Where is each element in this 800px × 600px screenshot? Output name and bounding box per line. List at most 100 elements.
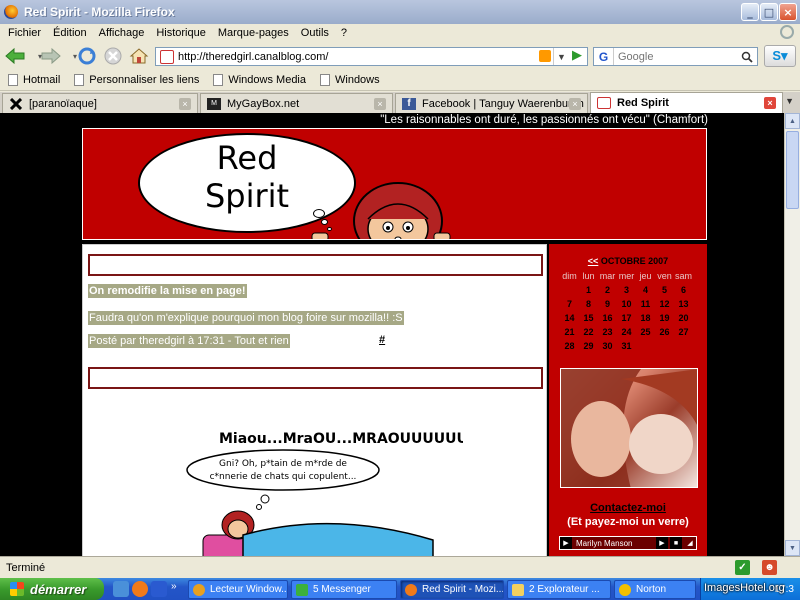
search-box[interactable]: G (593, 47, 758, 66)
tab-mygaybox[interactable]: M MyGayBox.net × (200, 93, 393, 113)
addon-icon[interactable]: ☻ (762, 560, 777, 575)
calendar-day: 29 (583, 341, 594, 351)
calendar-day: 20 (678, 313, 689, 323)
task-label: 5 Messenger (313, 584, 371, 595)
firefox-icon (4, 5, 18, 19)
security-check-icon[interactable]: ✓ (735, 560, 750, 575)
search-input[interactable] (618, 50, 736, 63)
norton-icon (619, 583, 631, 596)
blog-header-banner[interactable]: Red Spirit (82, 128, 707, 240)
window-title: Red Spirit - Mozilla Firefox (24, 5, 175, 19)
mygaybox-icon: M (207, 97, 221, 110)
media-player-icon (193, 583, 205, 596)
minimize-button[interactable]: _ (741, 3, 759, 21)
calendar-day: 13 (678, 299, 689, 309)
calendar-day: 27 (678, 327, 689, 337)
explorer-quicklaunch-icon[interactable] (113, 581, 129, 597)
forward-icon[interactable] (40, 46, 62, 66)
calendar-prev-link[interactable]: << (588, 256, 599, 266)
main-column: On remodifie la mise en page! Faudra qu'… (82, 244, 547, 556)
bookmark-hotmail[interactable]: Hotmail (8, 74, 60, 86)
quicklaunch-more-icon[interactable]: » (171, 581, 177, 592)
cross-icon (9, 97, 23, 110)
ie-quicklaunch-icon[interactable] (151, 581, 167, 597)
menu-fichier[interactable]: Fichier (8, 27, 41, 39)
menu-outils[interactable]: Outils (301, 27, 329, 39)
permalink-link[interactable]: # (379, 334, 385, 346)
calendar-day: 31 (621, 341, 632, 351)
contact-link[interactable]: Contactez-moi (549, 502, 707, 514)
skype-button[interactable]: S▾ (764, 45, 796, 67)
calendar-day: 5 (661, 285, 667, 295)
taskbar: démarrer » Lecteur Window... 5 Messenger… (0, 578, 800, 600)
back-icon[interactable] (4, 46, 26, 66)
calendar-day: 22 (583, 327, 594, 337)
calendar-day-header: sam (674, 271, 692, 281)
firefox-quicklaunch-icon[interactable] (132, 581, 148, 597)
bookmark-windows-media[interactable]: Windows Media (213, 74, 306, 86)
menu-edition[interactable]: Édition (53, 27, 87, 39)
task-label: Red Spirit - Mozi... (422, 584, 504, 595)
tab-red-spirit[interactable]: Red Spirit × (590, 92, 783, 113)
task-firefox[interactable]: Red Spirit - Mozi... (400, 580, 504, 599)
volume-icon[interactable]: ◢ (684, 537, 696, 549)
task-messenger[interactable]: 5 Messenger (291, 580, 397, 599)
comic-heading: Miaou...MraOU...MRAOUUUUUU (219, 431, 463, 447)
home-icon[interactable] (128, 46, 150, 66)
scroll-down-icon[interactable]: ▼ (785, 540, 800, 556)
calendar-day-header: mer (618, 271, 635, 281)
bookmark-personnaliser-les-liens[interactable]: Personnaliser les liens (74, 74, 199, 86)
tab-label: MyGayBox.net (227, 97, 300, 110)
calendar-day: 6 (680, 285, 686, 295)
vertical-scrollbar[interactable]: ▲ ▼ (784, 113, 800, 556)
site-favicon (160, 49, 174, 64)
calendar-day (636, 339, 655, 353)
stop-icon[interactable]: ■ (670, 537, 682, 549)
menu-historique[interactable]: Historique (156, 27, 206, 39)
tab-close-icon[interactable]: × (569, 98, 581, 110)
calendar: dim lun mar mer jeu ven sam 1 2 3 4 5 6 … (560, 269, 693, 353)
rss-feed-icon[interactable] (539, 50, 551, 62)
post-title[interactable]: On remodifie la mise en page! (88, 284, 247, 298)
tab-close-icon[interactable]: × (764, 97, 776, 109)
messenger-icon (296, 583, 308, 596)
magnifier-icon[interactable] (739, 49, 755, 64)
task-media-player[interactable]: Lecteur Window... (188, 580, 288, 599)
close-button[interactable]: × (779, 3, 797, 21)
post-meta[interactable]: Posté par theredgirl à 17:31 - Tout et r… (88, 334, 290, 348)
scroll-thumb[interactable] (786, 131, 799, 209)
red-haired-girl-illustration (311, 182, 451, 239)
tab-paranoiaque[interactable]: [paranoïaque] × (2, 93, 198, 113)
calendar-day: 12 (659, 299, 670, 309)
search-engine-icon[interactable]: G (594, 48, 614, 65)
go-button[interactable]: ▶ (568, 46, 586, 64)
facebook-icon: f (402, 97, 416, 110)
task-norton[interactable]: Norton (614, 580, 696, 599)
profile-photo (560, 368, 698, 488)
bookmark-windows[interactable]: Windows (320, 74, 380, 86)
tab-close-icon[interactable]: × (374, 98, 386, 110)
calendar-day: 14 (564, 313, 575, 323)
menu-affichage[interactable]: Affichage (99, 27, 145, 39)
tab-close-icon[interactable]: × (179, 98, 191, 110)
url-bar[interactable]: http://theredgirl.canalblog.com/ ▼ (155, 47, 588, 66)
reload-icon[interactable] (76, 46, 98, 66)
calendar-day: 8 (585, 299, 591, 309)
scroll-up-icon[interactable]: ▲ (785, 113, 800, 129)
play-icon[interactable]: ▶ (560, 537, 572, 549)
stop-icon[interactable] (102, 46, 124, 66)
tab-list-arrow-icon[interactable]: ▼ (785, 96, 794, 106)
menu-help[interactable]: ? (341, 27, 347, 39)
maximize-button[interactable]: □ (760, 3, 778, 21)
tab-facebook[interactable]: f Facebook | Tanguy Waerenburgh × (395, 93, 588, 113)
task-label: 2 Explorateur ... (529, 584, 600, 595)
date-header-box (88, 367, 543, 389)
menu-marque-pages[interactable]: Marque-pages (218, 27, 289, 39)
windows-flag-icon (10, 582, 24, 596)
calendar-day: 15 (583, 313, 594, 323)
post-body: Faudra qu'on m'explique pourquoi mon blo… (88, 311, 404, 325)
task-explorer[interactable]: 2 Explorateur ... (507, 580, 611, 599)
url-history-dropdown-icon[interactable]: ▼ (553, 48, 569, 65)
skip-icon[interactable]: ▶ (656, 537, 668, 549)
start-button[interactable]: démarrer (0, 578, 104, 600)
